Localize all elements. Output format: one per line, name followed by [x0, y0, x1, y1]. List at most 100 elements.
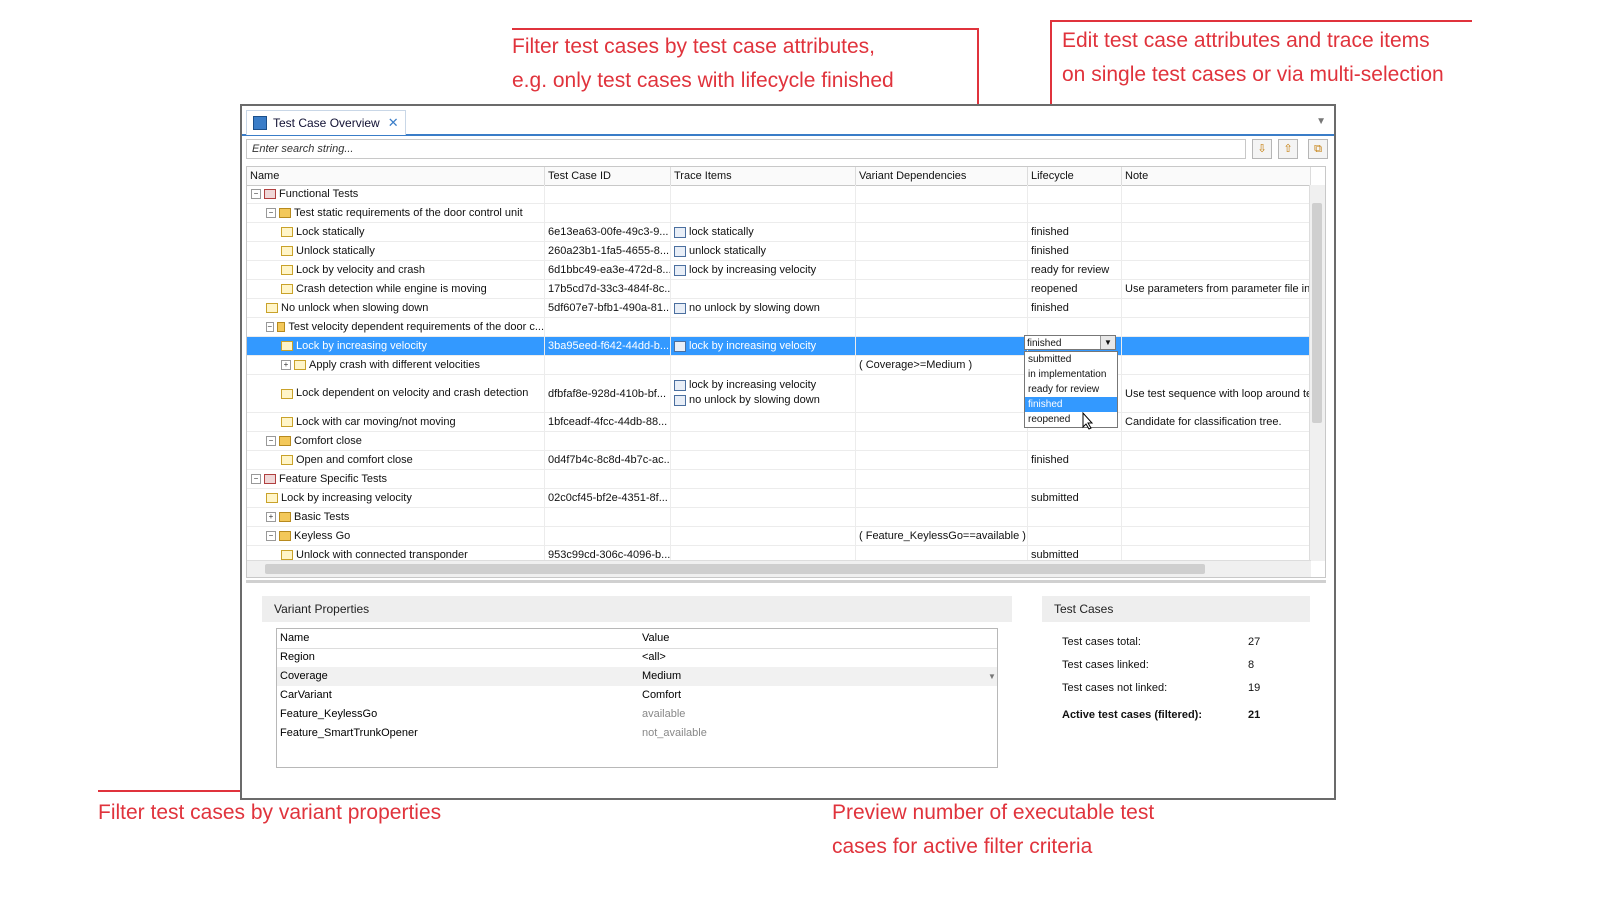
scrollbar-thumb[interactable]	[265, 564, 1205, 574]
cell-lifecycle[interactable]: ready for review	[1028, 261, 1122, 279]
test-case-table: Name Test Case ID Trace Items Variant De…	[246, 166, 1326, 578]
cell-trace-items: unlock statically	[671, 242, 856, 260]
stat-not-linked-label: Test cases not linked:	[1062, 682, 1168, 694]
column-header-trace-items[interactable]: Trace Items	[671, 167, 856, 185]
variant-property-value[interactable]: Medium	[639, 667, 681, 686]
cell-lifecycle[interactable]	[1028, 432, 1122, 450]
cell-lifecycle[interactable]: finished	[1028, 242, 1122, 260]
cell-note	[1122, 451, 1311, 469]
collapse-icon[interactable]: −	[266, 531, 276, 541]
table-row[interactable]: Lock dependent on velocity and crash det…	[247, 375, 1311, 413]
table-row[interactable]: − Comfort close	[247, 432, 1311, 451]
variant-property-value[interactable]: <all>	[639, 648, 666, 667]
chevron-down-icon[interactable]: ▼	[985, 667, 996, 686]
cell-lifecycle[interactable]	[1028, 318, 1122, 336]
cell-test-case-id: 6d1bbc49-ea3e-472d-8...	[545, 261, 671, 279]
lifecycle-option[interactable]: reopened	[1025, 412, 1117, 427]
expand-icon[interactable]: +	[281, 360, 291, 370]
lifecycle-option[interactable]: submitted	[1025, 352, 1117, 367]
lifecycle-combo[interactable]: finished ▼	[1024, 335, 1116, 350]
cell-trace-items	[671, 204, 856, 222]
cell-lifecycle[interactable]	[1028, 185, 1122, 203]
table-row[interactable]: Lock by increasing velocity 02c0cf45-bf2e…	[247, 489, 1311, 508]
cell-lifecycle[interactable]: finished	[1028, 223, 1122, 241]
cell-name: Lock by increasing velocity	[247, 337, 545, 355]
column-header-note[interactable]: Note	[1122, 167, 1311, 185]
lifecycle-option[interactable]: finished	[1025, 397, 1117, 412]
table-row[interactable]: Lock by velocity and crash 6d1bbc49-ea3e-…	[247, 261, 1311, 280]
copy-button[interactable]: ⧉	[1308, 139, 1328, 159]
column-header-lifecycle[interactable]: Lifecycle	[1028, 167, 1122, 185]
variant-property-value[interactable]: not_available	[639, 724, 707, 743]
close-icon[interactable]: ✕	[388, 115, 399, 131]
cell-test-case-id	[545, 185, 671, 203]
column-header-test-case-id[interactable]: Test Case ID	[545, 167, 671, 185]
vertical-scrollbar[interactable]	[1309, 185, 1325, 561]
cell-lifecycle[interactable]	[1028, 527, 1122, 545]
table-row[interactable]: − Test velocity dependent requirements of…	[247, 318, 1311, 337]
row-name-text: Feature Specific Tests	[279, 472, 388, 485]
cell-lifecycle[interactable]: finished	[1028, 451, 1122, 469]
lifecycle-dropdown-list: submitted in implementation ready for revi…	[1024, 351, 1118, 428]
callout-connector	[512, 28, 978, 30]
variant-property-row[interactable]: Region <all>	[277, 648, 997, 667]
table-header: Name Test Case ID Trace Items Variant De…	[247, 167, 1311, 186]
table-row[interactable]: − Test static requirements of the door co…	[247, 204, 1311, 223]
collapse-icon[interactable]: −	[266, 208, 276, 218]
view-menu-chevron-icon[interactable]: ▼	[1316, 116, 1326, 127]
cell-lifecycle[interactable]	[1028, 470, 1122, 488]
collapse-icon[interactable]: −	[251, 189, 261, 199]
table-row[interactable]: Crash detection while engine is moving 17…	[247, 280, 1311, 299]
export-button[interactable]: ⇧	[1278, 139, 1298, 159]
table-row[interactable]: No unlock when slowing down 5df607e7-bfb1…	[247, 299, 1311, 318]
test-case-icon	[281, 265, 293, 275]
variant-property-row[interactable]: CarVariant Comfort	[277, 686, 997, 705]
cell-trace-items	[671, 470, 856, 488]
search-input[interactable]: Enter search string...	[246, 139, 1246, 159]
cell-lifecycle[interactable]	[1028, 204, 1122, 222]
scrollbar-thumb[interactable]	[1312, 203, 1322, 423]
table-row[interactable]: Lock with car moving/not moving 1bfceadf-…	[247, 413, 1311, 432]
import-button[interactable]: ⇩	[1252, 139, 1272, 159]
collapse-icon[interactable]: −	[251, 474, 261, 484]
cell-lifecycle[interactable]	[1028, 508, 1122, 526]
row-name-text: Unlock statically	[296, 244, 375, 257]
stat-active-value: 21	[1248, 709, 1261, 721]
table-row[interactable]: Lock statically 6e13ea63-00fe-49c3-9... lo…	[247, 223, 1311, 242]
test-case-icon	[281, 341, 293, 351]
lifecycle-option[interactable]: in implementation	[1025, 367, 1117, 382]
collapse-icon[interactable]: −	[266, 322, 274, 332]
table-row[interactable]: + Basic Tests	[247, 508, 1311, 527]
expand-icon[interactable]: +	[266, 512, 276, 522]
splitter-handle[interactable]	[246, 580, 1326, 583]
table-row[interactable]: Lock by increasing velocity 3ba95eed-f642…	[247, 337, 1311, 356]
table-row[interactable]: Open and comfort close 0d4f7b4c-8c8d-4b7c…	[247, 451, 1311, 470]
variant-property-row[interactable]: Feature_KeylessGo available	[277, 705, 997, 724]
lifecycle-option[interactable]: ready for review	[1025, 382, 1117, 397]
table-row[interactable]: + Apply crash with different velocities ( …	[247, 356, 1311, 375]
cell-lifecycle[interactable]: submitted	[1028, 489, 1122, 507]
variant-property-value[interactable]: available	[639, 705, 685, 724]
cell-lifecycle[interactable]: reopened	[1028, 280, 1122, 298]
variant-property-name: Coverage	[280, 670, 328, 682]
table-row[interactable]: Unlock statically 260a23b1-1fa5-4655-8...…	[247, 242, 1311, 261]
column-header-variant-dependencies[interactable]: Variant Dependencies	[856, 167, 1028, 185]
tab-test-case-overview[interactable]: Test Case Overview ✕	[246, 110, 406, 135]
cell-name: − Comfort close	[247, 432, 545, 450]
cell-trace-items	[671, 489, 856, 507]
column-header-name[interactable]: Name	[247, 167, 545, 185]
trace-item-icon	[674, 302, 686, 314]
collapse-icon[interactable]: −	[266, 436, 276, 446]
table-row[interactable]: − Keyless Go ( Feature_KeylessGo==availabl…	[247, 527, 1311, 546]
chevron-down-icon[interactable]: ▼	[1100, 336, 1115, 349]
cell-lifecycle[interactable]: finished	[1028, 299, 1122, 317]
trace-item-icon	[674, 340, 686, 352]
table-row[interactable]: − Feature Specific Tests	[247, 470, 1311, 489]
variant-property-value[interactable]: Comfort	[639, 686, 681, 705]
variant-property-row[interactable]: Coverage Medium ▼	[277, 667, 997, 686]
table-row[interactable]: − Functional Tests	[247, 185, 1311, 204]
horizontal-scrollbar[interactable]	[247, 560, 1311, 577]
variant-property-row[interactable]: Feature_SmartTrunkOpener not_available	[277, 724, 997, 743]
cell-variant-dependencies	[856, 413, 1028, 431]
cell-variant-dependencies: ( Coverage>=Medium )	[856, 356, 1028, 374]
